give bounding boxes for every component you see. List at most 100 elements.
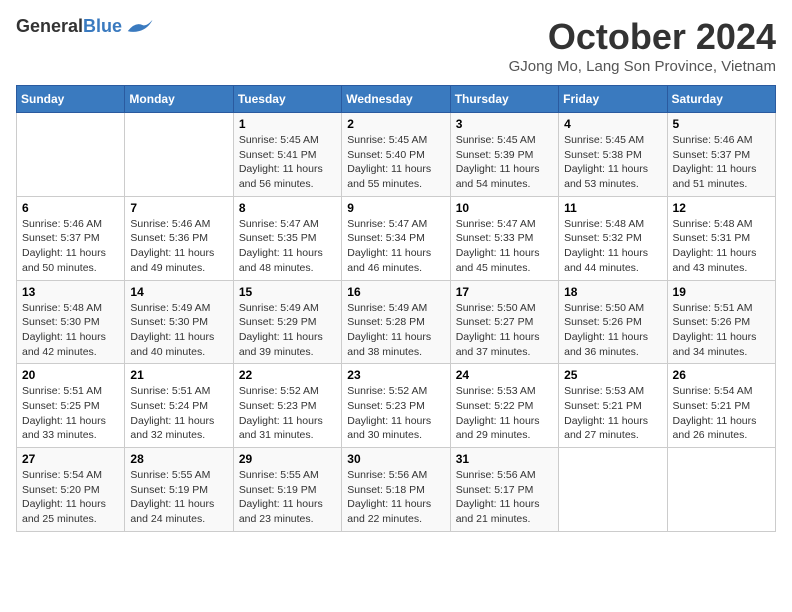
day-info: Sunrise: 5:50 AMSunset: 5:27 PMDaylight:… — [456, 301, 553, 360]
header: GeneralBlue October 2024 GJong Mo, Lang … — [16, 16, 776, 75]
day-info: Sunrise: 5:52 AMSunset: 5:23 PMDaylight:… — [347, 384, 444, 443]
logo-blue: Blue — [83, 16, 122, 36]
day-info: Sunrise: 5:55 AMSunset: 5:19 PMDaylight:… — [239, 468, 336, 527]
day-number: 29 — [239, 452, 336, 466]
day-cell: 18 Sunrise: 5:50 AMSunset: 5:26 PMDayligh… — [559, 280, 667, 364]
day-info: Sunrise: 5:45 AMSunset: 5:41 PMDaylight:… — [239, 133, 336, 192]
day-number: 12 — [673, 201, 770, 215]
day-cell: 15Sunrise: 5:49 AMSunset: 5:29 PMDayligh… — [233, 280, 341, 364]
day-cell: 12 Sunrise: 5:48 AMSunset: 5:31 PMDayligh… — [667, 196, 775, 280]
day-info: Sunrise: 5:53 AMSunset: 5:22 PMDaylight:… — [456, 384, 553, 443]
day-number: 8 — [239, 201, 336, 215]
day-cell: 10 Sunrise: 5:47 AMSunset: 5:33 PMDayligh… — [450, 196, 558, 280]
header-cell-sunday: Sunday — [17, 86, 125, 113]
day-number: 4 — [564, 117, 661, 131]
day-number: 2 — [347, 117, 444, 131]
week-row-3: 13Sunrise: 5:48 AMSunset: 5:30 PMDayligh… — [17, 280, 776, 364]
day-info: Sunrise: 5:52 AMSunset: 5:23 PMDaylight:… — [239, 384, 336, 443]
day-number: 23 — [347, 368, 444, 382]
day-number: 22 — [239, 368, 336, 382]
day-number: 3 — [456, 117, 553, 131]
day-cell: 4Sunrise: 5:45 AMSunset: 5:38 PMDaylight… — [559, 113, 667, 197]
day-number: 31 — [456, 452, 553, 466]
day-info: Sunrise: 5:51 AMSunset: 5:25 PMDaylight:… — [22, 384, 119, 443]
logo-text: GeneralBlue — [16, 16, 122, 37]
day-cell: 30 Sunrise: 5:56 AMSunset: 5:18 PMDayligh… — [342, 448, 450, 532]
day-info: Sunrise: 5:46 AMSunset: 5:37 PMDaylight:… — [673, 133, 770, 192]
day-info: Sunrise: 5:50 AMSunset: 5:26 PMDaylight:… — [564, 301, 661, 360]
day-info: Sunrise: 5:46 AMSunset: 5:37 PMDaylight:… — [22, 217, 119, 276]
day-number: 16 — [347, 285, 444, 299]
day-cell: 26Sunrise: 5:54 AMSunset: 5:21 PMDayligh… — [667, 364, 775, 448]
day-info: Sunrise: 5:45 AMSunset: 5:39 PMDaylight:… — [456, 133, 553, 192]
day-cell: 20 Sunrise: 5:51 AMSunset: 5:25 PMDayligh… — [17, 364, 125, 448]
logo: GeneralBlue — [16, 16, 154, 37]
week-row-1: 1Sunrise: 5:45 AMSunset: 5:41 PMDaylight… — [17, 113, 776, 197]
day-number: 6 — [22, 201, 119, 215]
day-info: Sunrise: 5:45 AMSunset: 5:40 PMDaylight:… — [347, 133, 444, 192]
day-number: 5 — [673, 117, 770, 131]
day-number: 11 — [564, 201, 661, 215]
location-title: GJong Mo, Lang Son Province, Vietnam — [509, 58, 776, 75]
day-info: Sunrise: 5:49 AMSunset: 5:30 PMDaylight:… — [130, 301, 227, 360]
day-cell: 2 Sunrise: 5:45 AMSunset: 5:40 PMDaylight… — [342, 113, 450, 197]
week-row-5: 27 Sunrise: 5:54 AMSunset: 5:20 PMDayligh… — [17, 448, 776, 532]
day-number: 28 — [130, 452, 227, 466]
day-cell: 8Sunrise: 5:47 AMSunset: 5:35 PMDaylight… — [233, 196, 341, 280]
day-number: 18 — [564, 285, 661, 299]
day-cell: 21Sunrise: 5:51 AMSunset: 5:24 PMDayligh… — [125, 364, 233, 448]
day-number: 9 — [347, 201, 444, 215]
day-number: 7 — [130, 201, 227, 215]
day-cell: 19 Sunrise: 5:51 AMSunset: 5:26 PMDayligh… — [667, 280, 775, 364]
header-row: SundayMondayTuesdayWednesdayThursdayFrid… — [17, 86, 776, 113]
day-cell: 24 Sunrise: 5:53 AMSunset: 5:22 PMDayligh… — [450, 364, 558, 448]
day-info: Sunrise: 5:54 AMSunset: 5:21 PMDaylight:… — [673, 384, 770, 443]
day-number: 24 — [456, 368, 553, 382]
day-number: 14 — [130, 285, 227, 299]
day-cell: 9Sunrise: 5:47 AMSunset: 5:34 PMDaylight… — [342, 196, 450, 280]
logo-general: General — [16, 16, 83, 36]
header-cell-tuesday: Tuesday — [233, 86, 341, 113]
day-info: Sunrise: 5:48 AMSunset: 5:30 PMDaylight:… — [22, 301, 119, 360]
day-info: Sunrise: 5:48 AMSunset: 5:31 PMDaylight:… — [673, 217, 770, 276]
calendar-header: SundayMondayTuesdayWednesdayThursdayFrid… — [17, 86, 776, 113]
header-cell-friday: Friday — [559, 86, 667, 113]
day-info: Sunrise: 5:46 AMSunset: 5:36 PMDaylight:… — [130, 217, 227, 276]
day-cell — [17, 113, 125, 197]
month-title: October 2024 — [509, 16, 776, 58]
day-cell: 1Sunrise: 5:45 AMSunset: 5:41 PMDaylight… — [233, 113, 341, 197]
day-cell — [559, 448, 667, 532]
week-row-4: 20 Sunrise: 5:51 AMSunset: 5:25 PMDayligh… — [17, 364, 776, 448]
day-cell: 11Sunrise: 5:48 AMSunset: 5:32 PMDayligh… — [559, 196, 667, 280]
day-cell: 6 Sunrise: 5:46 AMSunset: 5:37 PMDaylight… — [17, 196, 125, 280]
logo-bird-icon — [124, 17, 154, 37]
day-cell: 22 Sunrise: 5:52 AMSunset: 5:23 PMDayligh… — [233, 364, 341, 448]
header-cell-wednesday: Wednesday — [342, 86, 450, 113]
header-cell-saturday: Saturday — [667, 86, 775, 113]
header-cell-monday: Monday — [125, 86, 233, 113]
header-cell-thursday: Thursday — [450, 86, 558, 113]
day-cell: 29 Sunrise: 5:55 AMSunset: 5:19 PMDayligh… — [233, 448, 341, 532]
day-number: 27 — [22, 452, 119, 466]
day-cell: 14 Sunrise: 5:49 AMSunset: 5:30 PMDayligh… — [125, 280, 233, 364]
day-number: 20 — [22, 368, 119, 382]
day-number: 30 — [347, 452, 444, 466]
day-number: 25 — [564, 368, 661, 382]
calendar-table: SundayMondayTuesdayWednesdayThursdayFrid… — [16, 85, 776, 532]
day-cell — [667, 448, 775, 532]
day-cell: 23 Sunrise: 5:52 AMSunset: 5:23 PMDayligh… — [342, 364, 450, 448]
day-cell: 28Sunrise: 5:55 AMSunset: 5:19 PMDayligh… — [125, 448, 233, 532]
day-cell: 5 Sunrise: 5:46 AMSunset: 5:37 PMDaylight… — [667, 113, 775, 197]
day-number: 21 — [130, 368, 227, 382]
day-info: Sunrise: 5:47 AMSunset: 5:33 PMDaylight:… — [456, 217, 553, 276]
day-cell: 16Sunrise: 5:49 AMSunset: 5:28 PMDayligh… — [342, 280, 450, 364]
day-cell: 27 Sunrise: 5:54 AMSunset: 5:20 PMDayligh… — [17, 448, 125, 532]
day-info: Sunrise: 5:56 AMSunset: 5:18 PMDaylight:… — [347, 468, 444, 527]
day-info: Sunrise: 5:51 AMSunset: 5:26 PMDaylight:… — [673, 301, 770, 360]
day-info: Sunrise: 5:54 AMSunset: 5:20 PMDaylight:… — [22, 468, 119, 527]
day-cell: 31Sunrise: 5:56 AMSunset: 5:17 PMDayligh… — [450, 448, 558, 532]
day-number: 19 — [673, 285, 770, 299]
day-cell: 3 Sunrise: 5:45 AMSunset: 5:39 PMDaylight… — [450, 113, 558, 197]
calendar-body: 1Sunrise: 5:45 AMSunset: 5:41 PMDaylight… — [17, 113, 776, 532]
day-number: 10 — [456, 201, 553, 215]
